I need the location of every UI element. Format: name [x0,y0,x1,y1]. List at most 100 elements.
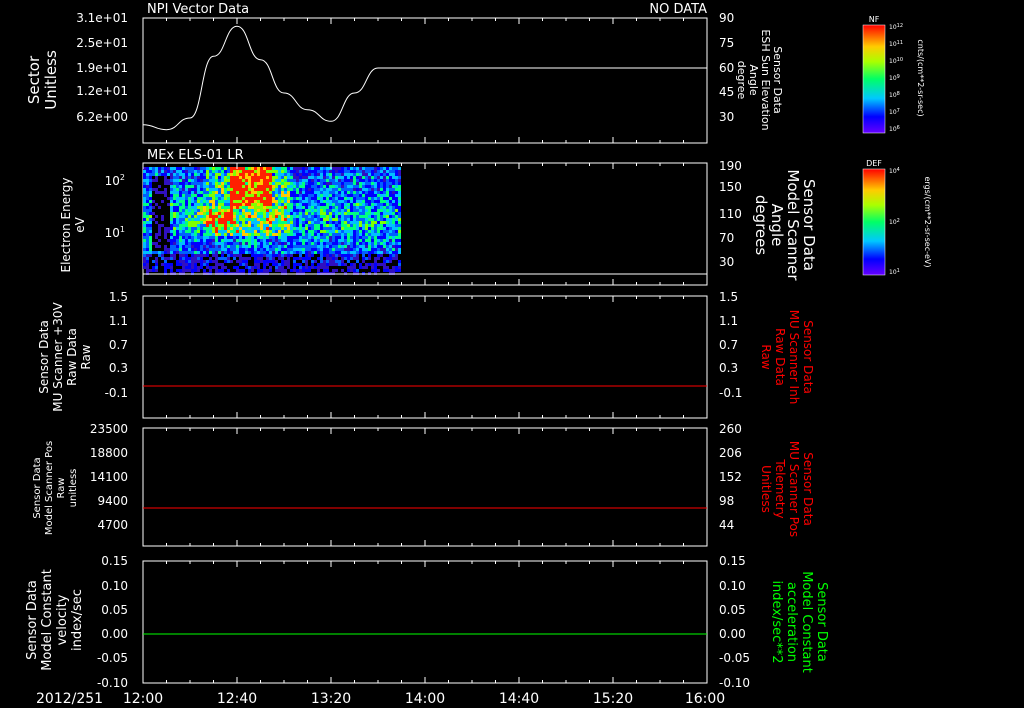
spectrogram-cell [347,227,350,230]
spectrogram-cell [383,173,386,176]
spectrogram-cell [365,239,368,242]
tick-exponent: 10 [897,57,903,63]
spectrogram-cell [326,185,329,188]
spectrogram-cell [248,251,251,254]
spectrogram-cell [347,215,350,218]
spectrogram-cell [260,170,263,173]
spectrogram-cell [233,185,236,188]
spectrogram-cell [377,167,380,170]
spectrogram-cell [182,170,185,173]
spectrogram-cell [167,167,170,170]
spectrogram-cell [293,257,296,260]
spectrogram-cell [212,185,215,188]
spectrogram-cell [260,188,263,191]
spectrogram-cell [377,173,380,176]
spectrogram-cell [284,254,287,257]
spectrogram-cell [209,251,212,254]
spectrogram-cell [266,233,269,236]
spectrogram-cell [389,188,392,191]
spectrogram-cell [239,233,242,236]
spectrogram-cell [197,257,200,260]
spectrogram-cell [278,173,281,176]
spectrogram-cell [263,167,266,170]
spectrogram-cell [194,176,197,179]
spectrogram-cell [146,254,149,257]
spectrogram-cell [179,251,182,254]
spectrogram-cell [203,224,206,227]
spectrogram-cell [143,221,146,224]
spectrogram-cell [290,206,293,209]
spectrogram-cell [308,233,311,236]
spectrogram-cell [356,188,359,191]
spectrogram-cell [191,227,194,230]
spectrogram-cell [341,263,344,266]
spectrogram-cell [182,182,185,185]
spectrogram-cell [296,251,299,254]
spectrogram-cell [191,248,194,251]
spectrogram-cell [287,179,290,182]
spectrogram-cell [200,266,203,269]
spectrogram-cell [221,215,224,218]
spectrogram-cell [227,239,230,242]
spectrogram-cell [341,227,344,230]
spectrogram-cell [146,218,149,221]
spectrogram-cell [176,170,179,173]
spectrogram-cell [311,179,314,182]
spectrogram-cell [344,263,347,266]
spectrogram-cell [389,248,392,251]
spectrogram-cell [188,242,191,245]
spectrogram-cell [344,215,347,218]
spectrogram-cell [260,251,263,254]
tick-label: 0.05 [719,603,746,617]
spectrogram-cell [206,194,209,197]
spectrogram-cell [218,269,221,272]
spectrogram-cell [293,167,296,170]
spectrogram-cell [155,215,158,218]
spectrogram-cell [227,254,230,257]
spectrogram-cell [293,230,296,233]
spectrogram-cell [299,263,302,266]
spectrogram-cell [329,179,332,182]
spectrogram-cell [236,200,239,203]
spectrogram-cell [242,200,245,203]
spectrogram-cell [371,245,374,248]
spectrogram-cell [290,197,293,200]
x-axis-date: 2012/251 [36,691,103,707]
spectrogram-cell [248,233,251,236]
spectrogram-cell [266,260,269,263]
spectrogram-cell [197,254,200,257]
colorbar-tick: 106 [889,125,900,133]
spectrogram-cell [257,245,260,248]
spectrogram-cell [221,236,224,239]
spectrogram-cell [227,242,230,245]
spectrogram-cell [221,173,224,176]
spectrogram-cell [395,209,398,212]
spectrogram-cell [311,191,314,194]
spectrogram-cell [152,167,155,170]
spectrogram-cell [263,182,266,185]
spectrogram-cell [260,224,263,227]
spectrogram-cell [299,203,302,206]
spectrogram-cell [266,236,269,239]
spectrogram-cell [302,203,305,206]
spectrogram-cell [224,182,227,185]
ylabel-line: MU Scanner Pos [787,441,801,537]
spectrogram-cell [395,269,398,272]
spectrogram-cell [275,233,278,236]
spectrogram-cell [233,176,236,179]
spectrogram-cell [251,248,254,251]
spectrogram-cell [392,221,395,224]
spectrogram-cell [350,233,353,236]
spectrogram-cell [155,203,158,206]
spectrogram-cell [362,239,365,242]
panel1-title: NPI Vector Data [147,2,249,17]
spectrogram-cell [272,209,275,212]
spectrogram-cell [149,182,152,185]
spectrogram-cell [293,236,296,239]
spectrogram-cell [236,242,239,245]
spectrogram-cell [287,173,290,176]
spectrogram-cell [290,209,293,212]
panel3-left-ylabel: Sensor Data MU Scanner +30V Raw Data Raw [37,302,93,412]
spectrogram-cell [305,209,308,212]
spectrogram-cell [224,260,227,263]
